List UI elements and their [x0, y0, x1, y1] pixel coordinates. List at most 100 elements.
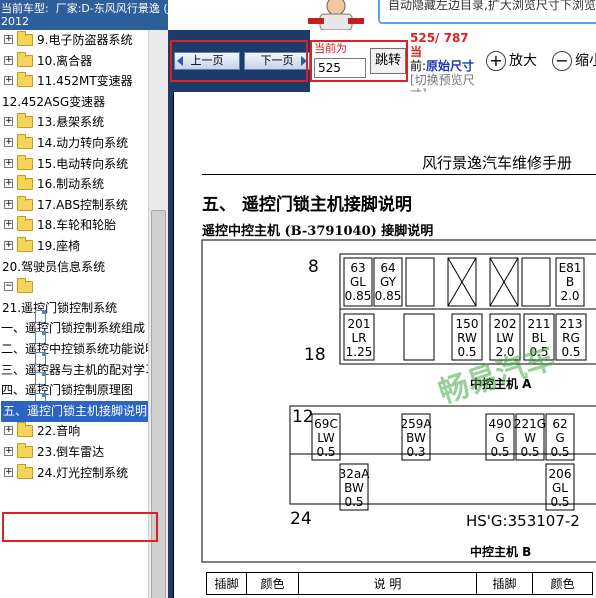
zoom-in-icon: +: [486, 51, 506, 71]
connector-cell-text: 0.85: [375, 289, 402, 303]
tree-scrollbar[interactable]: [148, 30, 168, 598]
tree-item[interactable]: 四、遥控门锁控制原理图: [0, 372, 148, 401]
tree-item-label: 13.悬架系统: [37, 115, 105, 129]
table-header-row: 插脚 颜色 说 明 插脚 颜色: [206, 572, 593, 595]
folder-icon: [17, 422, 33, 437]
tree-item-label: 21.遥控门锁控制系统: [2, 301, 118, 315]
tree-item[interactable]: +22.音响: [0, 421, 148, 442]
banner-hint[interactable]: 自动隐藏左边目录,扩大浏览尺寸下浏览: [378, 0, 596, 24]
expand-icon[interactable]: +: [4, 241, 13, 250]
tree-item[interactable]: −: [0, 277, 148, 298]
tree-item[interactable]: +14.动力转向系统: [0, 133, 148, 154]
tree-item[interactable]: 20.驾驶员信息系统: [0, 257, 148, 278]
folder-icon: [17, 134, 33, 149]
tree-item[interactable]: 21.遥控门锁控制系统: [0, 298, 148, 319]
table-header-cell: 插脚: [476, 572, 533, 595]
tree-item-label: 20.驾驶员信息系统: [2, 260, 106, 274]
left-arrow-icon: [177, 56, 183, 66]
connector-cell-text: 490: [489, 417, 512, 431]
tree-item-label: 19.座椅: [37, 239, 81, 253]
expand-icon[interactable]: +: [4, 468, 13, 477]
scrollbar-thumb[interactable]: [151, 210, 166, 598]
tree-item-label: 一、遥控门锁控制系统组成: [1, 321, 146, 335]
connector-b-pin-bottom: 24: [290, 509, 312, 529]
expand-icon[interactable]: +: [4, 56, 13, 65]
expand-icon[interactable]: +: [4, 200, 13, 209]
connector-b-cells: 69CLW0.5259ABW0.3490G0.5221GW0.562G0.532…: [311, 413, 575, 511]
folder-icon: [17, 155, 33, 170]
next-page-button[interactable]: 下一页: [244, 52, 310, 70]
tree-item[interactable]: +24.灯光控制系统: [0, 463, 148, 484]
tree-item-label: 12.452ASG变速器: [2, 95, 106, 109]
tree-item[interactable]: +11.452MT变速器: [0, 71, 148, 92]
connector-cell-text: 211: [528, 317, 551, 331]
connector-cell-text: 0.5: [561, 345, 580, 359]
expand-icon[interactable]: +: [4, 447, 13, 456]
connector-cell-text: GL: [350, 275, 366, 289]
zoom-controls: +放大 −缩小: [484, 30, 596, 92]
sub-heading: 遥控中控主机 (B-3791040) 接脚说明: [202, 224, 434, 239]
tree-item[interactable]: +18.车轮和轮胎: [0, 215, 148, 236]
tree-item[interactable]: 12.452ASG变速器: [0, 92, 148, 113]
connector-cell-text: 201: [348, 317, 371, 331]
expand-icon[interactable]: +: [4, 220, 13, 229]
connector-cell-text: 32aA: [339, 467, 371, 481]
connector-cell-text: LR: [351, 331, 366, 345]
tree-item[interactable]: +19.座椅: [0, 236, 148, 257]
tree-item[interactable]: +17.ABS控制系统: [0, 195, 148, 216]
tree-item[interactable]: +16.制动系统: [0, 174, 148, 195]
table-header-cell: 插脚: [206, 572, 247, 595]
tree-item-label: 14.动力转向系统: [37, 136, 129, 150]
document-page: 风行景逸汽车维修手册 五、 遥控门锁主机接脚说明 遥控中控主机 (B-37910…: [173, 92, 596, 598]
connector-cell-text: 2.0: [560, 289, 579, 303]
expand-icon[interactable]: +: [4, 76, 13, 85]
prev-page-label: 上一页: [190, 54, 224, 67]
expand-icon[interactable]: +: [4, 179, 13, 188]
connector-b-pin-top: 12: [292, 407, 314, 427]
manual-title: 风行景逸汽车维修手册: [422, 154, 573, 172]
connector-cell-text: LW: [496, 331, 514, 345]
tree-item[interactable]: +15.电动转向系统: [0, 154, 148, 175]
expand-icon[interactable]: +: [4, 117, 13, 126]
folder-icon: [17, 196, 33, 211]
prev-page-button[interactable]: 上一页: [174, 52, 240, 70]
tree-item[interactable]: 五、遥控门锁主机接脚说明: [0, 393, 148, 422]
collapse-icon[interactable]: −: [4, 282, 13, 291]
tree-item[interactable]: 三、遥控器与主机的配对学习: [0, 352, 148, 381]
expand-icon[interactable]: +: [4, 35, 13, 44]
folder-icon: [17, 443, 33, 458]
connector-cell-text: G: [555, 431, 564, 445]
tree-item[interactable]: 一、遥控门锁控制系统组成: [0, 310, 148, 339]
open-folder-icon: [17, 278, 33, 293]
tree-item-label: 11.452MT变速器: [37, 74, 133, 88]
tree-item[interactable]: 二、遥控中控锁系统功能说明: [0, 331, 148, 360]
connector-cell: [405, 257, 435, 307]
tree-item-label: 四、遥控门锁控制原理图: [1, 383, 134, 397]
tree-item-label: 17.ABS控制系统: [37, 198, 128, 212]
connector-cell-text: 1.25: [346, 345, 373, 359]
tree-item-label: 24.灯光控制系统: [37, 466, 129, 480]
tree-item-label: 三、遥控器与主机的配对学习: [1, 363, 148, 377]
connector-b-part-number: HS'G:353107-2: [466, 512, 580, 530]
zoom-in-button[interactable]: + 放大: [486, 50, 537, 72]
zoom-out-button[interactable]: −缩小: [552, 50, 596, 72]
expand-icon[interactable]: +: [4, 138, 13, 147]
tree-item[interactable]: +9.电子防盗器系统: [0, 30, 148, 51]
page-size-value: 原始尺寸: [426, 59, 475, 73]
tree-item-label: 五、遥控门锁主机接脚说明: [1, 401, 148, 422]
tree-item[interactable]: +10.离合器: [0, 51, 148, 72]
left-panel: 当前车型: 厂家:D-东风风行景逸 (Joyear) 2012 +9.电子防盗器…: [0, 0, 168, 598]
connector-cell-text: 63: [350, 261, 365, 275]
connector-a-top-row: 63GL0.8564GY0.85E81B2.0: [343, 257, 585, 307]
page-number-input[interactable]: [314, 58, 366, 78]
connector-cell-text: BW: [406, 431, 426, 445]
jump-button[interactable]: 跳转: [370, 48, 406, 74]
tree-item[interactable]: +13.悬架系统: [0, 112, 148, 133]
connector-cell-text: W: [524, 431, 536, 445]
page-jump-group: 当前为 跳转: [310, 30, 410, 92]
current-page-label: 当前为: [314, 42, 347, 55]
expand-icon[interactable]: +: [4, 426, 13, 435]
tree-item[interactable]: +23.倒车雷达: [0, 442, 148, 463]
connector-cell-text: RG: [562, 331, 580, 345]
expand-icon[interactable]: +: [4, 159, 13, 168]
